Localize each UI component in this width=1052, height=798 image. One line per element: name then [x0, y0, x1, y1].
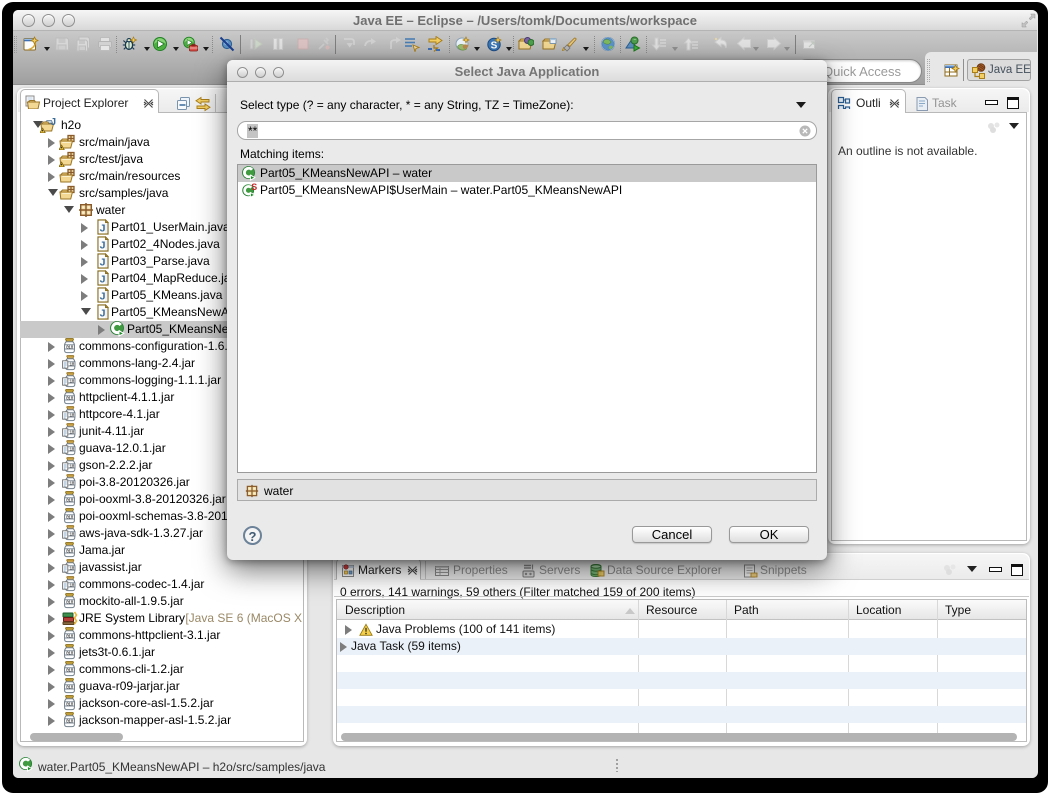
- svg-text:S: S: [491, 41, 498, 52]
